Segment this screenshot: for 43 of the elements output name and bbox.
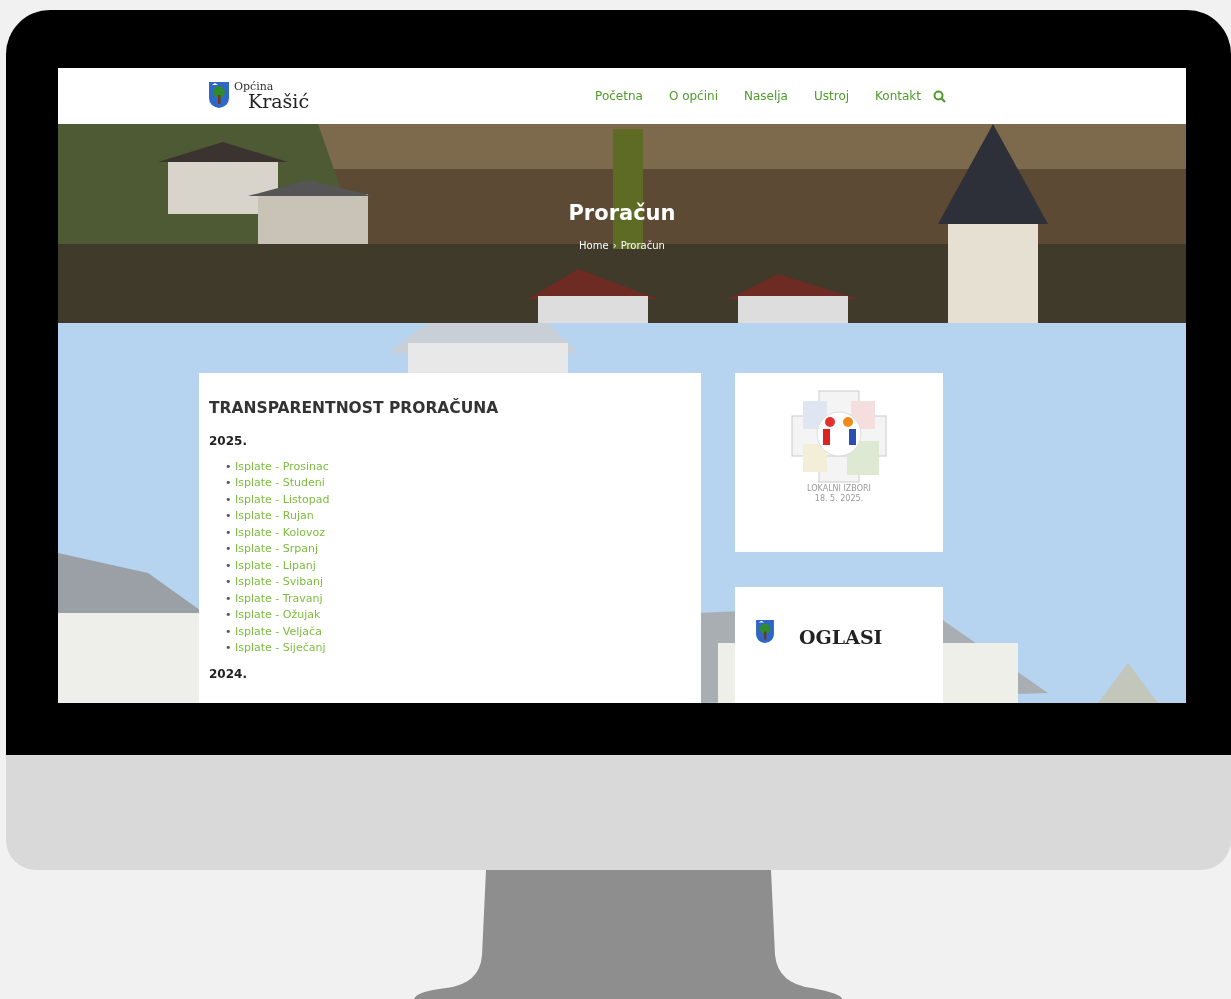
year-heading: 2024. (209, 666, 248, 682)
notices-banner[interactable]: OGLASI (735, 587, 943, 703)
document-link[interactable]: Isplate - Veljača (235, 624, 322, 638)
election-banner[interactable]: LOKALNI IZBORI 18. 5. 2025. (735, 373, 943, 552)
document-link[interactable]: Isplate - Travanj (235, 591, 323, 605)
nav-link[interactable]: Kontakt (875, 87, 921, 105)
bullet: • (225, 607, 233, 624)
bullet: • (225, 524, 233, 541)
election-logo-icon (789, 389, 889, 484)
logo-text: Općina (234, 81, 274, 92)
bullet: • (225, 574, 233, 591)
bullet: • (225, 623, 233, 640)
section-title: TRANSPARENTNOST PRORAČUNA (209, 397, 500, 419)
document-link[interactable]: Isplate - Srpanj (235, 542, 319, 556)
banner-title: OGLASI (799, 625, 883, 650)
year-heading: 2025. (209, 434, 248, 449)
bullet: • (225, 458, 233, 475)
document-link[interactable]: Isplate - Listopad (235, 492, 330, 506)
bullet: • (225, 640, 233, 657)
document-link[interactable]: Isplate - Rujan (235, 509, 314, 523)
document-link[interactable]: Isplate - Prosinac (235, 459, 329, 473)
banner-caption: LOKALNI IZBORI (807, 484, 871, 494)
logo-text: Krašić (248, 92, 310, 111)
coat-of-arms-icon (755, 619, 775, 644)
nav-link[interactable]: Ustroj (813, 87, 850, 105)
bullet: • (225, 541, 233, 558)
bullet: • (225, 557, 233, 574)
document-link[interactable]: Isplate - Kolovoz (235, 525, 325, 539)
bullet: • (225, 508, 233, 525)
nav-link[interactable]: O općini (668, 87, 718, 105)
document-link[interactable]: Isplate - Studeni (235, 476, 325, 490)
coat-of-arms-icon (208, 81, 230, 109)
banner-caption: 18. 5. 2025. (814, 493, 864, 504)
search-icon[interactable] (933, 90, 946, 103)
document-link[interactable]: Isplate - Ožujak (235, 608, 321, 622)
document-link[interactable]: Isplate - Lipanj (235, 558, 316, 572)
document-link[interactable]: Isplate - Siječanj (235, 641, 326, 655)
nav-link[interactable]: Naselja (743, 87, 788, 105)
document-link[interactable]: Isplate - Svibanj (235, 575, 324, 589)
bullet: • (225, 590, 233, 607)
nav-link[interactable]: Početna (595, 87, 643, 105)
bullet: • (225, 491, 233, 508)
bullet: • (225, 475, 233, 492)
